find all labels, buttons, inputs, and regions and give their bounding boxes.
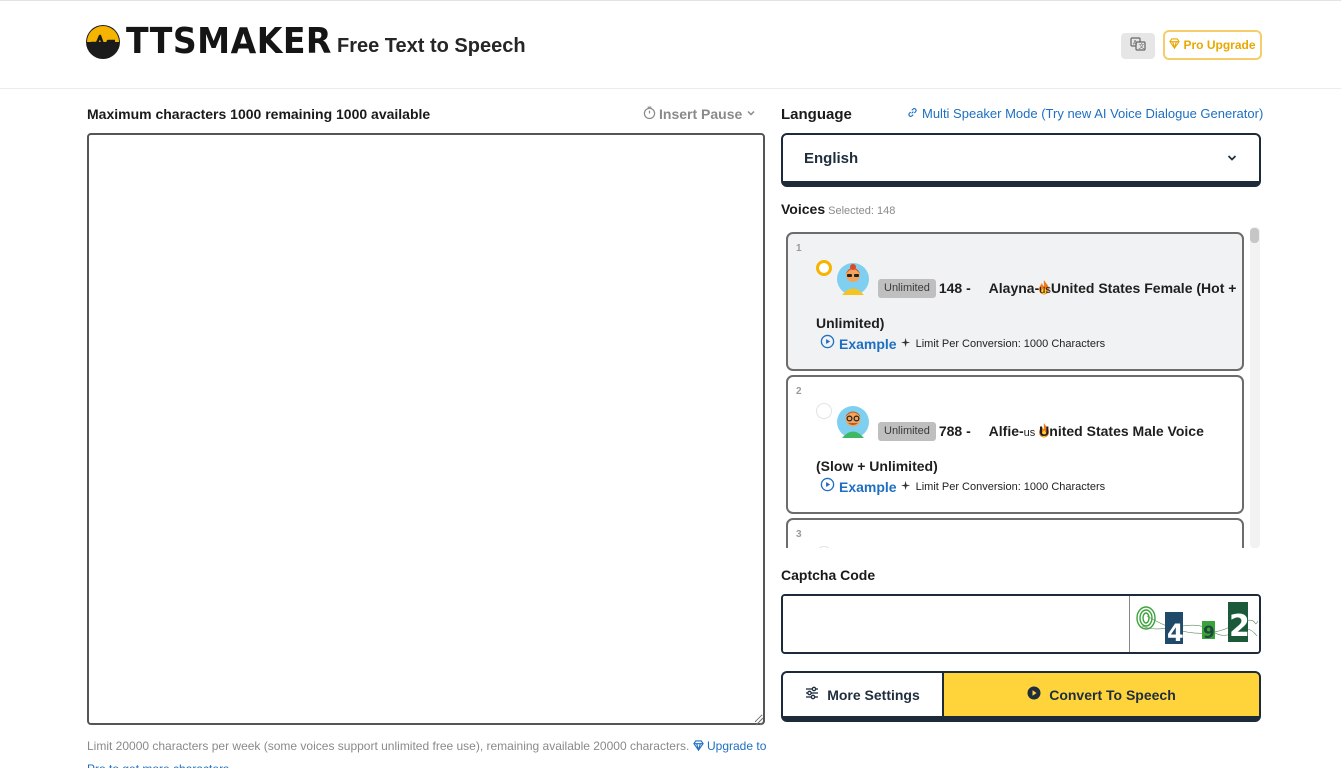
play-circle-icon[interactable] bbox=[820, 477, 835, 497]
fire-icon bbox=[976, 274, 1049, 295]
voice-list-scroll-thumb[interactable] bbox=[1250, 228, 1259, 243]
voice-example-row: Example Limit Per Conversion: 1000 Chara… bbox=[820, 334, 1105, 354]
voice-country-code: us bbox=[1023, 427, 1036, 439]
convert-to-speech-button[interactable]: Convert To Speech bbox=[942, 671, 1261, 722]
voice-country-code: us bbox=[1039, 284, 1051, 296]
logo-text: TTSMAKER bbox=[126, 21, 332, 62]
insert-pause-label: Insert Pause bbox=[659, 106, 743, 122]
sliders-icon bbox=[805, 686, 819, 703]
language-label: Language bbox=[781, 106, 852, 123]
text-input[interactable] bbox=[87, 133, 765, 725]
captcha-image[interactable]: 4 9 2 bbox=[1132, 596, 1259, 652]
voice-index: 3 bbox=[796, 529, 802, 540]
sparkle-icon bbox=[900, 478, 912, 496]
multi-speaker-link[interactable]: Multi Speaker Mode (Try new AI Voice Dia… bbox=[907, 106, 1263, 121]
more-settings-label: More Settings bbox=[827, 686, 920, 703]
convert-label: Convert To Speech bbox=[1049, 686, 1176, 703]
link-icon bbox=[907, 106, 918, 121]
pro-upgrade-label: Pro Upgrade bbox=[1183, 38, 1256, 52]
captcha-label: Captcha Code bbox=[781, 567, 876, 583]
fire-icon bbox=[976, 417, 1049, 438]
chevron-down-icon bbox=[1225, 151, 1239, 170]
chevron-down-icon bbox=[745, 106, 757, 122]
voice-card[interactable]: 3 bbox=[786, 518, 1244, 548]
svg-text:4: 4 bbox=[1167, 619, 1184, 647]
play-circle-icon[interactable] bbox=[820, 334, 835, 354]
tagline: Free Text to Speech bbox=[337, 35, 526, 57]
header: TTSMAKER Free Text to Speech A 文 Pro Upg… bbox=[0, 0, 1341, 89]
voices-title: Voices bbox=[781, 201, 826, 217]
svg-text:9: 9 bbox=[1203, 623, 1215, 643]
diamond-icon bbox=[692, 739, 704, 753]
voice-name: Alayna- bbox=[988, 280, 1040, 296]
voice-radio[interactable] bbox=[816, 546, 832, 548]
voice-list-scrollbar[interactable] bbox=[1250, 227, 1260, 548]
more-settings-button[interactable]: More Settings bbox=[781, 671, 942, 722]
logo-wave-icon bbox=[86, 25, 120, 59]
unlimited-badge: Unlimited bbox=[878, 422, 936, 441]
voice-id: 148 - bbox=[938, 280, 975, 296]
voices-label: Voices Selected: 148 bbox=[781, 201, 895, 217]
translate-button[interactable]: A 文 bbox=[1121, 33, 1155, 59]
multi-speaker-text: Multi Speaker Mode (Try new AI Voice Dia… bbox=[922, 106, 1264, 121]
voice-name: Alfie- bbox=[988, 423, 1024, 439]
example-button[interactable]: Example bbox=[839, 336, 897, 352]
voices-selected-count: Selected: 148 bbox=[828, 205, 896, 217]
diamond-icon bbox=[1169, 38, 1181, 52]
language-select[interactable]: English bbox=[781, 133, 1261, 187]
voice-id: 788 - bbox=[938, 423, 975, 439]
logo[interactable]: TTSMAKER bbox=[86, 23, 350, 61]
captcha-box: 4 9 2 bbox=[781, 594, 1261, 654]
translate-icon: A 文 bbox=[1130, 36, 1146, 57]
voice-card[interactable]: 1 Unlimited 148 - Alayna-usUnited States … bbox=[786, 232, 1244, 371]
insert-pause-dropdown[interactable]: Insert Pause bbox=[643, 106, 757, 122]
voice-title: Unlimited 148 - Alayna-usUnited States Fe… bbox=[816, 272, 1241, 340]
play-icon bbox=[1027, 686, 1041, 703]
captcha-input[interactable] bbox=[783, 596, 1130, 652]
pro-upgrade-button[interactable]: Pro Upgrade bbox=[1163, 30, 1262, 60]
unlimited-badge: Unlimited bbox=[878, 279, 936, 298]
voice-example-row: Example Limit Per Conversion: 1000 Chara… bbox=[820, 477, 1105, 497]
timer-icon bbox=[643, 106, 656, 122]
voice-list[interactable]: 1 Unlimited 148 - Alayna-usUnited States … bbox=[781, 227, 1261, 548]
conversion-limit: Limit Per Conversion: 1000 Characters bbox=[915, 481, 1106, 493]
svg-text:文: 文 bbox=[1139, 42, 1145, 50]
svg-text:2: 2 bbox=[1229, 609, 1250, 644]
language-selected-value: English bbox=[804, 150, 859, 167]
example-button[interactable]: Example bbox=[839, 479, 897, 495]
voice-index: 1 bbox=[796, 243, 802, 254]
voice-title: Unlimited 788 - Alfie-us United States Ma… bbox=[816, 415, 1241, 483]
resize-handle-icon[interactable] bbox=[754, 713, 764, 726]
weekly-limit-text: Limit 20000 characters per week (some vo… bbox=[87, 739, 690, 753]
voice-index: 2 bbox=[796, 386, 802, 397]
character-limit-info: Maximum characters 1000 remaining 1000 a… bbox=[87, 106, 431, 122]
voice-card[interactable]: 2 Unlimited 788 - Alfie-us United States … bbox=[786, 375, 1244, 514]
sparkle-icon bbox=[900, 335, 912, 353]
conversion-limit: Limit Per Conversion: 1000 Characters bbox=[915, 338, 1106, 350]
weekly-limit-note: Limit 20000 characters per week (some vo… bbox=[87, 735, 767, 768]
